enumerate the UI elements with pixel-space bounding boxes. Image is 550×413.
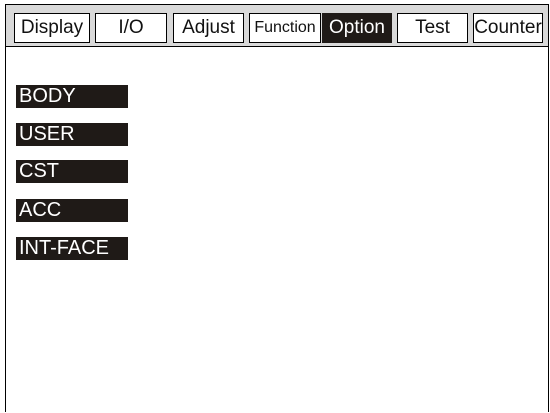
option-item-cst[interactable]: CST bbox=[16, 160, 128, 183]
tab-display[interactable]: Display bbox=[14, 13, 90, 43]
tab-counter[interactable]: Counter bbox=[473, 13, 543, 43]
tab-adjust[interactable]: Adjust bbox=[173, 13, 244, 43]
option-item-body[interactable]: BODY bbox=[16, 85, 128, 108]
tab-option[interactable]: Option bbox=[322, 13, 392, 43]
option-item-acc[interactable]: ACC bbox=[16, 199, 128, 222]
tab-bar: Display I/O Adjust Function Option Test … bbox=[6, 5, 548, 47]
tab-test[interactable]: Test bbox=[397, 13, 468, 43]
main-window: Display I/O Adjust Function Option Test … bbox=[5, 4, 549, 412]
option-item-int-face[interactable]: INT-FACE bbox=[16, 237, 128, 260]
option-item-user[interactable]: USER bbox=[16, 123, 128, 146]
tab-function[interactable]: Function bbox=[249, 13, 321, 43]
tab-io[interactable]: I/O bbox=[95, 13, 167, 43]
